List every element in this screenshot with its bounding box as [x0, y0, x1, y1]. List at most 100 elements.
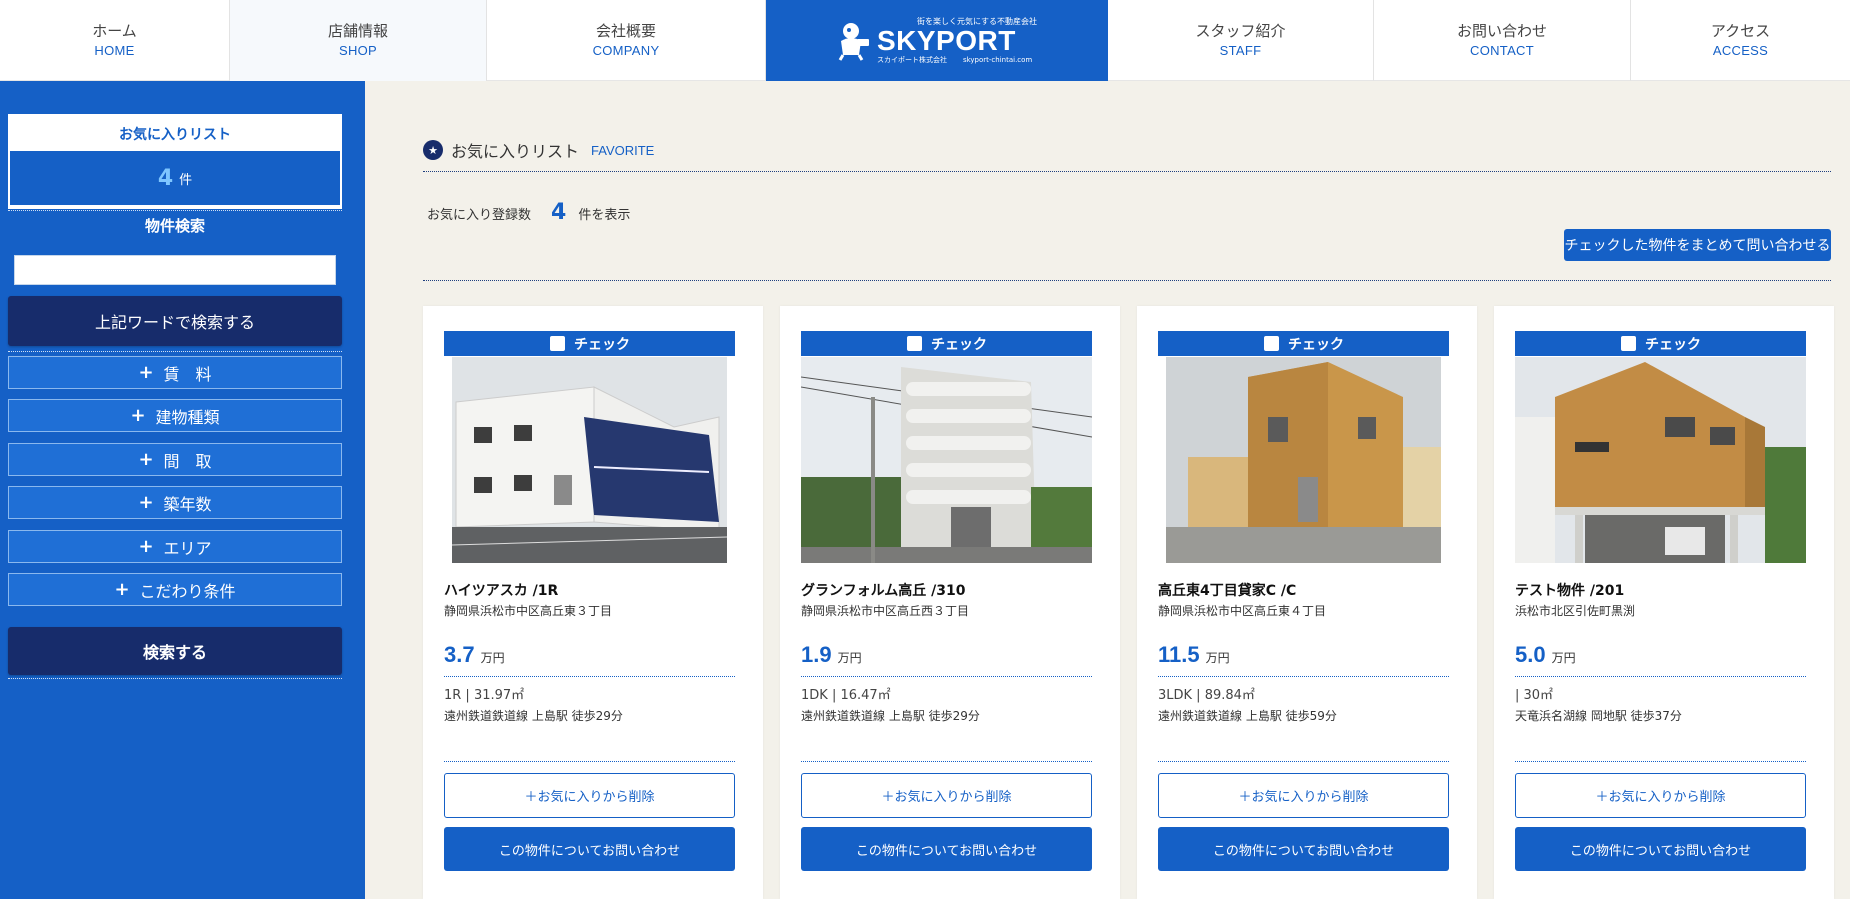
property-spec: 3LDK | 89.84㎡	[1158, 688, 1255, 703]
property-access: 遠州鉄道鉄道線 上島駅 徒歩29分	[801, 709, 980, 723]
price-unit: 万円	[1551, 651, 1576, 665]
property-card: チェック ハイツアスカ /1R 静岡県浜松市中区高丘東３丁目 3.7 万円 1R…	[423, 306, 763, 899]
filter-preferences-label: こだわり条件	[139, 581, 236, 601]
nav-shop[interactable]: 店舗情報 SHOP	[230, 0, 487, 81]
nav-access-en: ACCESS	[1712, 42, 1769, 58]
inquire-button[interactable]: この物件についてお問い合わせ	[1158, 827, 1449, 871]
plus-icon: +	[138, 492, 154, 513]
checkbox[interactable]	[906, 335, 923, 352]
count-label: お気に入り登録数	[427, 208, 532, 223]
bulk-inquiry-button[interactable]: チェックした物件をまとめて問い合わせる	[1564, 229, 1831, 261]
nav-home[interactable]: ホーム HOME	[0, 0, 230, 81]
property-name[interactable]: 高丘東4丁目貸家C /C	[1158, 580, 1296, 600]
divider	[444, 676, 735, 677]
nav-access[interactable]: アクセス ACCESS	[1631, 0, 1850, 81]
property-photo[interactable]	[444, 357, 735, 563]
logo-name: SKYPORT	[876, 24, 1016, 56]
check-toggle[interactable]: チェック	[1158, 331, 1449, 356]
site-logo[interactable]: 街を楽しく元気にする不動産会社 SKYPORT スカイポート株式会社 skypo…	[766, 0, 1108, 81]
property-access: 遠州鉄道鉄道線 上島駅 徒歩29分	[444, 709, 623, 723]
count-value: 4	[551, 200, 567, 225]
filter-area-label: エリア	[163, 538, 212, 558]
word-search-button[interactable]: 上記ワードで検索する	[8, 296, 342, 346]
filter-building-type[interactable]: + 建物種類	[8, 399, 342, 432]
divider	[423, 280, 1831, 281]
check-label: チェック	[574, 336, 630, 353]
divider	[1158, 761, 1449, 762]
nav-staff[interactable]: スタッフ紹介 STAFF	[1108, 0, 1374, 81]
checkbox[interactable]	[549, 335, 566, 352]
favorites-count-bar: 4 件	[10, 151, 340, 205]
filter-rent[interactable]: + 賃 料	[8, 356, 342, 389]
logo-company: スカイポート株式会社	[876, 55, 947, 64]
remove-favorite-button[interactable]: ＋お気に入りから削除	[801, 773, 1092, 818]
property-address: 静岡県浜松市中区高丘東４丁目	[1158, 604, 1327, 618]
inquire-button[interactable]: この物件についてお問い合わせ	[1515, 827, 1806, 871]
property-spec: 1DK | 16.47㎡	[801, 688, 891, 703]
search-input[interactable]	[14, 255, 336, 285]
plus-icon: +	[138, 449, 154, 470]
divider	[1158, 676, 1449, 677]
price-value: 5.0	[1515, 642, 1546, 667]
page-title-en: FAVORITE	[591, 142, 655, 158]
property-address: 浜松市北区引佐町黒渕	[1515, 604, 1636, 618]
search-title: 物件検索	[144, 217, 205, 235]
favorites-unit: 件	[179, 172, 193, 188]
favorites-box[interactable]: お気に入りリスト 4 件	[8, 114, 342, 209]
check-label: チェック	[1645, 336, 1701, 353]
remove-favorite-button[interactable]: ＋お気に入りから削除	[1515, 773, 1806, 818]
nav-access-label: アクセス	[1710, 21, 1771, 40]
filter-layout[interactable]: + 間 取	[8, 443, 342, 476]
property-card: チェック グランフォルム高丘 /310 静岡県浜松市中区高丘西３丁目 1.9 万…	[780, 306, 1120, 899]
star-icon: ★	[423, 140, 443, 160]
checkbox[interactable]	[1263, 335, 1280, 352]
filter-age[interactable]: + 築年数	[8, 486, 342, 519]
remove-favorite-button[interactable]: ＋お気に入りから削除	[1158, 773, 1449, 818]
property-price: 3.7 万円	[444, 642, 505, 668]
price-unit: 万円	[480, 651, 505, 665]
favorites-count: 4	[157, 165, 174, 191]
filter-preferences[interactable]: + こだわり条件	[8, 573, 342, 606]
favorites-summary: お気に入り登録数 4 件を表示	[427, 200, 630, 225]
price-unit: 万円	[1205, 651, 1230, 665]
top-navigation: ホーム HOME 店舗情報 SHOP 会社概要 COMPANY 街を楽しく元気に…	[0, 0, 1850, 81]
nav-company[interactable]: 会社概要 COMPANY	[487, 0, 766, 81]
nav-shop-en: SHOP	[338, 42, 378, 58]
check-label: チェック	[931, 336, 987, 353]
sidebar: お気に入りリスト 4 件 物件検索 上記ワードで検索する + 賃 料 + 建物種…	[0, 81, 365, 899]
inquire-button[interactable]: この物件についてお問い合わせ	[444, 827, 735, 871]
property-access: 遠州鉄道鉄道線 上島駅 徒歩59分	[1158, 709, 1337, 723]
logo-url: skyport-chintai.com	[962, 55, 1033, 64]
filter-area[interactable]: + エリア	[8, 530, 342, 563]
plus-icon: +	[130, 405, 146, 426]
inquire-button[interactable]: この物件についてお問い合わせ	[801, 827, 1092, 871]
search-button[interactable]: 検索する	[8, 627, 342, 675]
property-card: チェック テスト物件 /201 浜松市北区引佐町黒渕 5.0 万円 | 30㎡ …	[1494, 306, 1834, 899]
count-suffix: 件を表示	[578, 208, 631, 223]
nav-company-en: COMPANY	[592, 42, 660, 58]
check-toggle[interactable]: チェック	[801, 331, 1092, 356]
filter-layout-label: 間 取	[163, 451, 212, 471]
property-photo[interactable]	[1158, 357, 1449, 563]
price-value: 11.5	[1158, 642, 1200, 667]
property-photo[interactable]	[1515, 357, 1806, 563]
nav-company-label: 会社概要	[595, 21, 656, 40]
check-toggle[interactable]: チェック	[1515, 331, 1806, 356]
property-photo[interactable]	[801, 357, 1092, 563]
checkbox[interactable]	[1620, 335, 1637, 352]
property-card: チェック 高丘東4丁目貸家C /C 静岡県浜松市中区高丘東４丁目 11.5 万円…	[1137, 306, 1477, 899]
property-name[interactable]: ハイツアスカ /1R	[444, 580, 558, 600]
remove-favorite-button[interactable]: ＋お気に入りから削除	[444, 773, 735, 818]
divider	[1515, 761, 1806, 762]
nav-home-en: HOME	[94, 42, 135, 58]
property-name[interactable]: テスト物件 /201	[1515, 580, 1624, 600]
nav-contact[interactable]: お問い合わせ CONTACT	[1374, 0, 1631, 81]
favorites-title: お気に入りリスト	[119, 126, 231, 143]
property-name[interactable]: グランフォルム高丘 /310	[801, 580, 966, 600]
nav-staff-en: STAFF	[1219, 42, 1262, 58]
divider	[8, 210, 342, 211]
property-price: 11.5 万円	[1158, 642, 1230, 668]
divider	[801, 676, 1092, 677]
check-toggle[interactable]: チェック	[444, 331, 735, 356]
page-title-text: お気に入りリスト	[451, 142, 580, 161]
